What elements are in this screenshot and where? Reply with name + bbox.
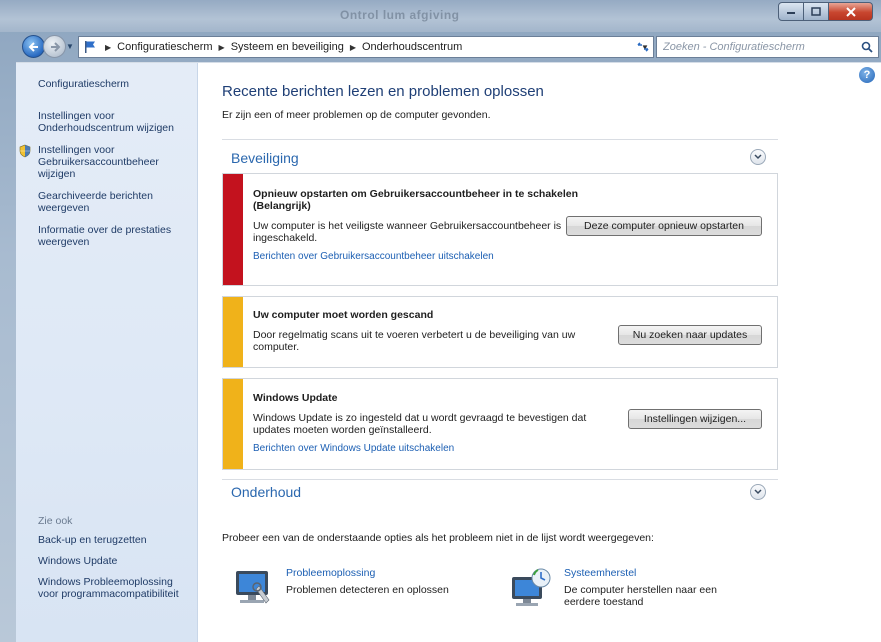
address-bar[interactable]: ▶ Configuratiescherm ▶ Systeem en beveil… [78, 36, 654, 58]
message-title: Uw computer moet worden gescand [253, 309, 434, 321]
system-restore-description: De computer herstellen naar een eerdere … [564, 584, 717, 608]
tool-text: Systeemherstel De computer herstellen na… [564, 567, 734, 609]
breadcrumb-item-system-security[interactable]: Systeem en beveiliging [231, 41, 344, 53]
security-message-scan: Uw computer moet worden gescand Door reg… [222, 296, 778, 368]
recent-pages-dropdown[interactable]: ▼ [66, 42, 74, 51]
breadcrumb-item-action-center[interactable]: Onderhoudscentrum [362, 41, 462, 53]
system-restore-icon [512, 568, 551, 606]
system-restore-link[interactable]: Systeemherstel [564, 567, 734, 579]
divider [222, 139, 778, 140]
navigation-bar: ▼ ▶ Configuratiescherm ▶ Systeem en beve… [0, 32, 881, 62]
close-button[interactable] [829, 2, 873, 21]
minimize-icon [787, 11, 795, 14]
sidebar: Configuratiescherm Instellingen voor Ond… [16, 63, 198, 642]
security-message-uac: Opnieuw opstarten om Gebruikersaccountbe… [222, 173, 778, 286]
help-icon[interactable]: ? [859, 67, 875, 83]
see-also-item-backup-restore[interactable]: Back-up en terugzetten [38, 534, 193, 546]
message-severity: (Belangrijk) [253, 200, 311, 212]
message-text: Windows Update Windows Update is zo inge… [253, 392, 613, 454]
section-title-maintenance[interactable]: Onderhoud [231, 484, 301, 500]
sidebar-item-performance-info[interactable]: Informatie over de prestaties weergeven [38, 224, 193, 248]
close-icon [845, 6, 856, 17]
minimize-button[interactable] [778, 2, 804, 21]
troubleshoot-icon [236, 571, 270, 604]
chevron-down-icon [754, 489, 762, 495]
refresh-icon [637, 42, 649, 52]
breadcrumb-separator-icon: ▶ [105, 42, 112, 52]
check-for-updates-button[interactable]: Nu zoeken naar updates [618, 325, 762, 345]
back-arrow-icon [28, 41, 38, 52]
sidebar-item-label: Instellingen voor Gebruikersaccountbehee… [38, 144, 159, 180]
breadcrumb-item-control-panel[interactable]: Configuratiescherm [117, 41, 212, 53]
restart-computer-button[interactable]: Deze computer opnieuw opstarten [566, 216, 762, 236]
message-body: Uw computer is het veiligste wanneer Geb… [253, 220, 562, 244]
window-title: Ontrol lum afgiving [340, 8, 460, 22]
window: Ontrol lum afgiving ▼ ▶ Configuratiesche… [0, 0, 881, 642]
tool-text: Probleemoplossing Problemen detecteren e… [286, 567, 456, 609]
back-button[interactable] [22, 35, 45, 58]
page-subtitle: Er zijn een of meer problemen op de comp… [222, 109, 491, 121]
turn-off-uac-messages-link[interactable]: Berichten over Gebruikersaccountbeheer u… [253, 251, 583, 262]
sidebar-item-control-panel-home[interactable]: Configuratiescherm [38, 78, 129, 90]
breadcrumb-separator-icon[interactable]: ▶ [219, 43, 225, 52]
expand-maintenance-button[interactable] [750, 484, 766, 500]
message-body: Door regelmatig scans uit te voeren verb… [253, 329, 576, 353]
message-text: Uw computer moet worden gescand Door reg… [253, 309, 583, 353]
search-box[interactable] [656, 36, 879, 58]
severity-bar-warning [223, 379, 243, 469]
action-center-flag-icon [83, 40, 99, 54]
severity-bar-important [223, 174, 243, 285]
forward-button[interactable] [43, 35, 66, 58]
sidebar-item-change-action-center-settings[interactable]: Instellingen voor Onderhoudscentrum wijz… [38, 110, 193, 134]
turn-off-windows-update-messages-link[interactable]: Berichten over Windows Update uitschakel… [253, 443, 613, 454]
refresh-button[interactable] [633, 37, 653, 57]
change-settings-button[interactable]: Instellingen wijzigen... [628, 409, 762, 429]
troubleshooting-tool[interactable]: Probleemoplossing Problemen detecteren e… [230, 567, 456, 609]
sidebar-task-list: Instellingen voor Onderhoudscentrum wijz… [19, 110, 193, 258]
sidebar-item-archived-messages[interactable]: Gearchiveerde berichten weergeven [38, 190, 193, 214]
security-message-windows-update: Windows Update Windows Update is zo inge… [222, 378, 778, 470]
search-input[interactable] [663, 41, 853, 53]
message-title: Opnieuw opstarten om Gebruikersaccountbe… [253, 188, 579, 200]
divider [222, 479, 778, 480]
see-also-item-program-compatibility[interactable]: Windows Probleemoplossing voor programma… [38, 576, 193, 600]
section-title-security[interactable]: Beveiliging [231, 150, 299, 166]
uac-shield-icon [19, 144, 31, 158]
see-also-item-windows-update[interactable]: Windows Update [38, 555, 193, 567]
title-bar: Ontrol lum afgiving [0, 0, 881, 32]
system-restore-tool[interactable]: Systeemherstel De computer herstellen na… [508, 567, 734, 609]
troubleshooting-description: Problemen detecteren en oplossen [286, 584, 449, 596]
forward-arrow-icon [50, 41, 60, 52]
sidebar-item-change-uac-settings[interactable]: Instellingen voor Gebruikersaccountbehee… [19, 144, 193, 180]
breadcrumb: ▶ Configuratiescherm ▶ Systeem en beveil… [99, 41, 462, 53]
severity-bar-warning [223, 297, 243, 367]
see-also-list: Back-up en terugzetten Windows Update Wi… [38, 534, 193, 609]
main-content: Recente berichten lezen en problemen opl… [222, 63, 808, 642]
message-body: Windows Update is zo ingesteld dat u wor… [253, 412, 587, 436]
breadcrumb-separator-icon[interactable]: ▶ [350, 43, 356, 52]
maximize-icon [811, 7, 821, 16]
caption-buttons [778, 2, 873, 21]
content-area: Configuratiescherm Instellingen voor Ond… [16, 62, 881, 642]
page-title: Recente berichten lezen en problemen opl… [222, 83, 544, 100]
troubleshooting-link[interactable]: Probleemoplossing [286, 567, 456, 579]
see-also-label: Zie ook [38, 515, 73, 527]
chevron-down-icon [754, 154, 762, 160]
collapse-security-button[interactable] [750, 149, 766, 165]
maintenance-prompt: Probeer een van de onderstaande opties a… [222, 532, 654, 544]
maximize-button[interactable] [804, 2, 829, 21]
search-icon[interactable] [861, 41, 873, 53]
message-title: Windows Update [253, 392, 338, 404]
message-text: Opnieuw opstarten om Gebruikersaccountbe… [253, 188, 583, 262]
